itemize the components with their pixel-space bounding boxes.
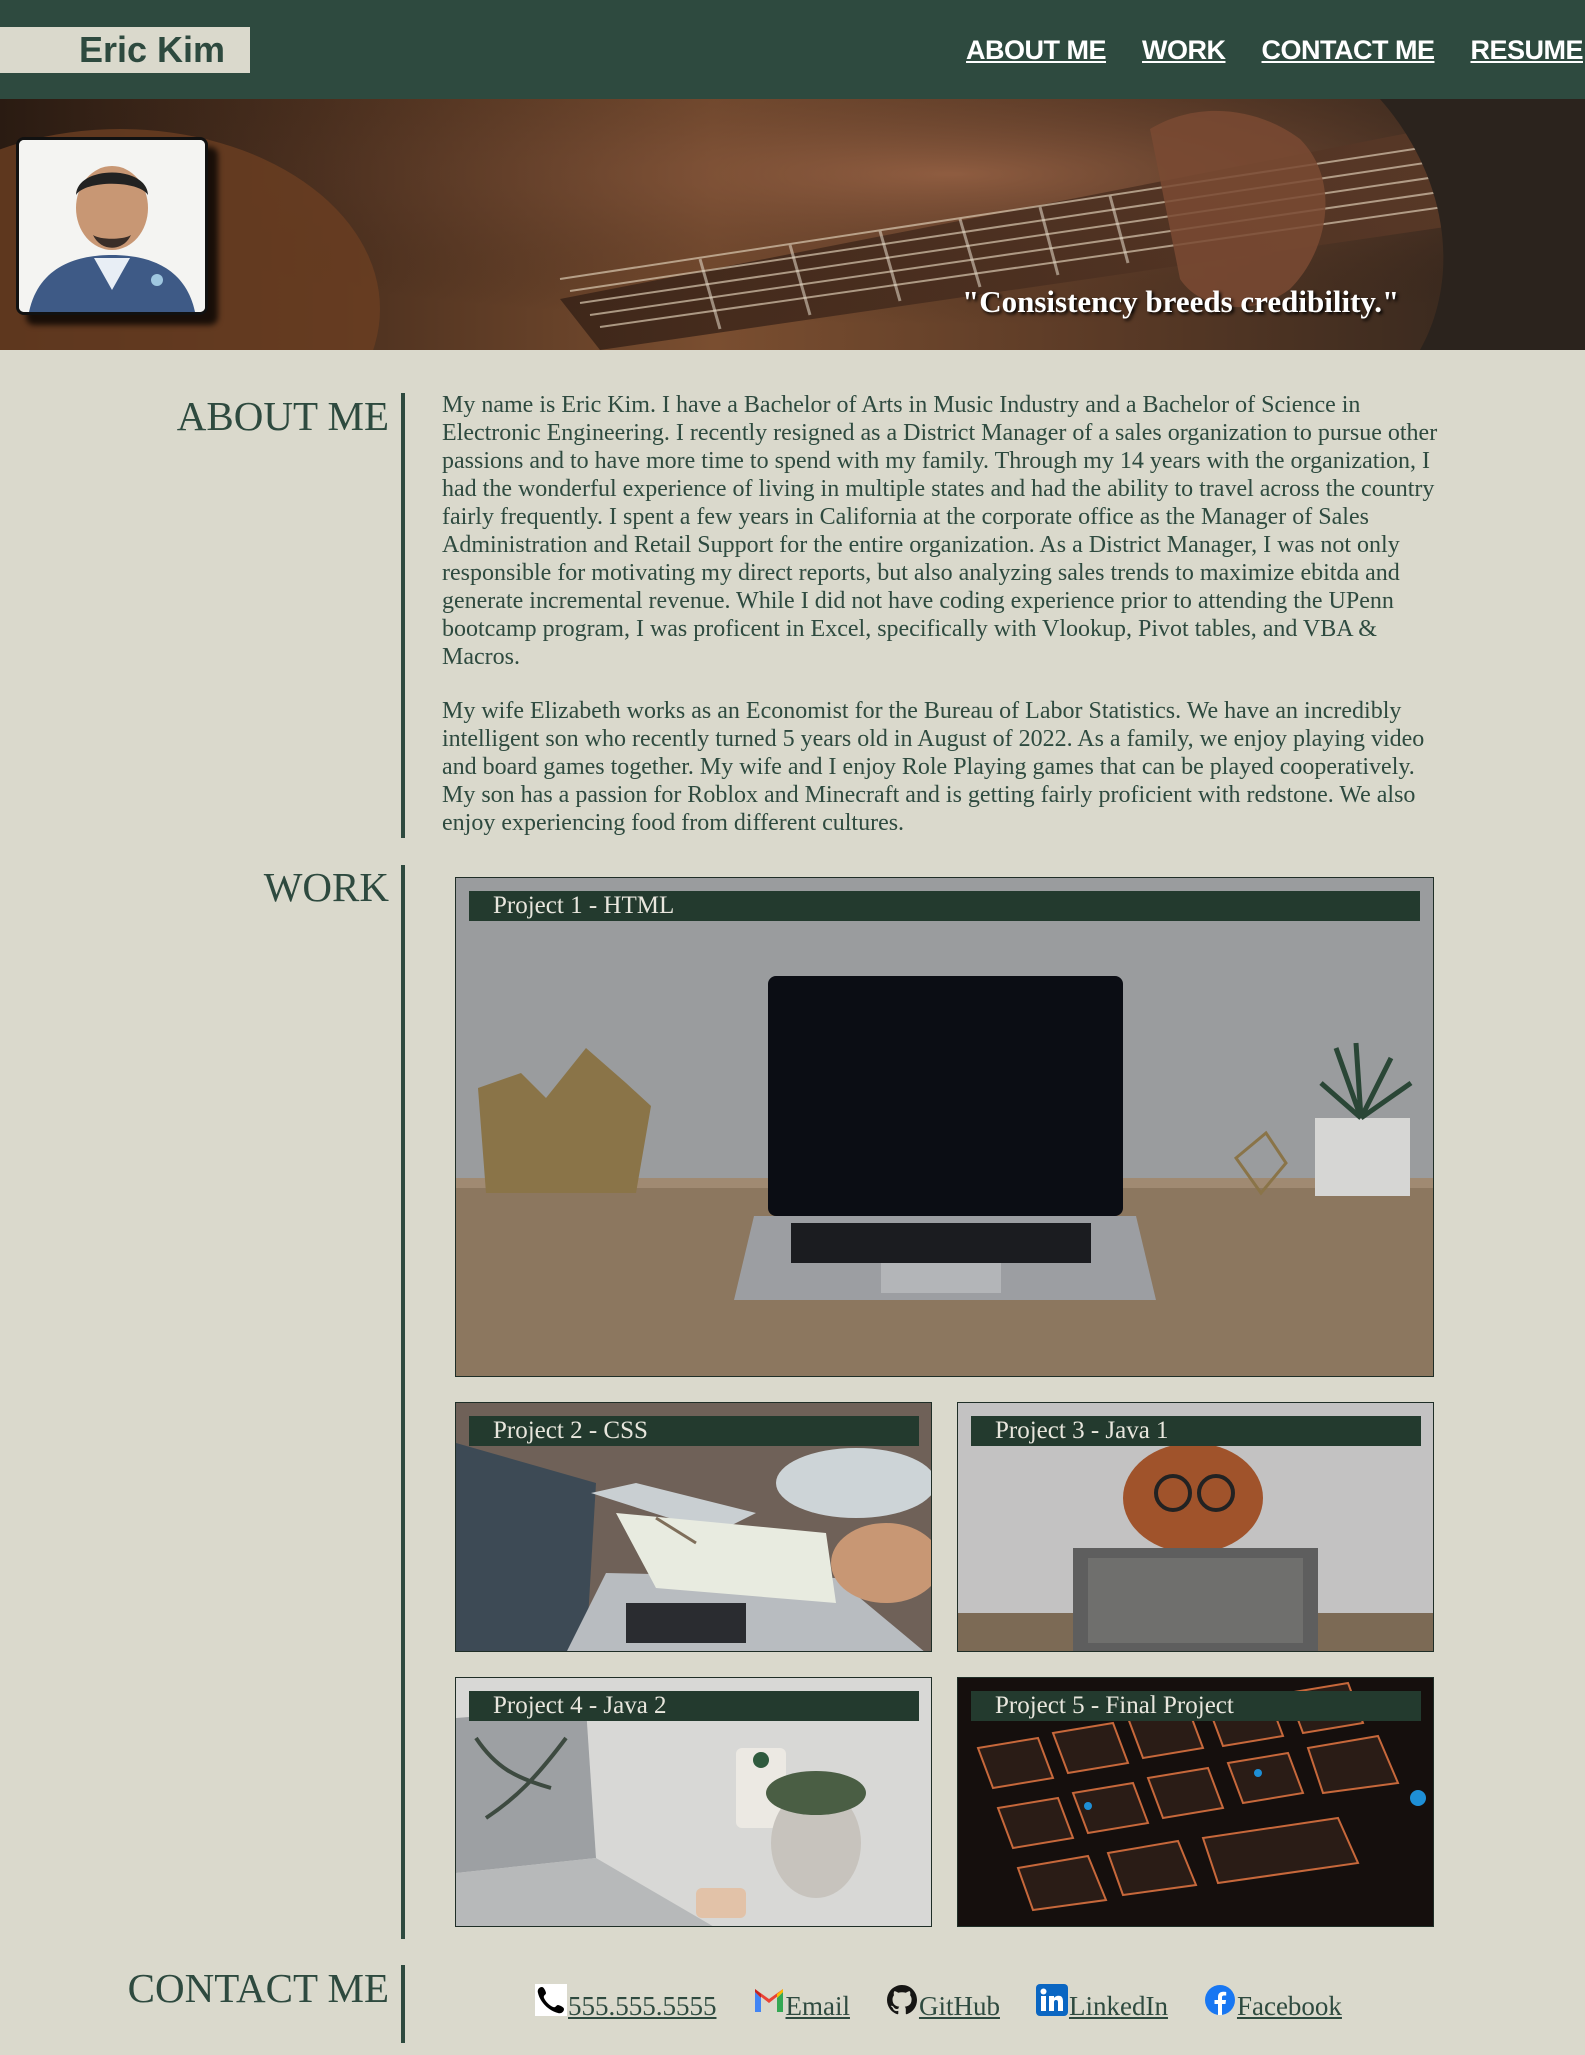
contact-github-label: GitHub: [918, 1991, 1000, 2021]
laptop-on-desk-image: [456, 878, 1433, 1376]
top-navbar: Eric Kim ABOUT ME WORK CONTACT ME RESUME: [0, 0, 1585, 99]
contact-github-link[interactable]: GitHub: [886, 1984, 1000, 2022]
project-label-1: Project 1 - HTML: [469, 891, 1420, 921]
nav-resume[interactable]: RESUME: [1470, 30, 1583, 70]
contact-me-heading: CONTACT ME: [127, 1965, 389, 2011]
contact-divider: [401, 1965, 405, 2043]
nav-work[interactable]: WORK: [1142, 30, 1226, 70]
project-card-3[interactable]: Project 3 - Java 1: [957, 1402, 1434, 1652]
project-label-4: Project 4 - Java 2: [469, 1691, 919, 1721]
contact-phone-link[interactable]: 555.555.5555: [535, 1984, 717, 2022]
contact-phone-label: 555.555.5555: [568, 1991, 717, 2021]
gmail-icon: [754, 1989, 783, 2012]
contact-facebook-label: Facebook: [1236, 1991, 1342, 2021]
phone-icon: [535, 1984, 567, 2016]
project-label-3: Project 3 - Java 1: [971, 1416, 1421, 1446]
about-text: My name is Eric Kim. I have a Bachelor o…: [442, 391, 1447, 863]
contact-email-link[interactable]: Email: [753, 1984, 850, 2022]
facebook-icon: [1204, 1985, 1235, 2015]
profile-photo-icon: [19, 140, 205, 312]
github-icon: [886, 1985, 917, 2015]
project-card-4[interactable]: Project 4 - Java 2: [455, 1677, 932, 1927]
about-paragraph-1: My name is Eric Kim. I have a Bachelor o…: [442, 392, 1438, 670]
project-card-2[interactable]: Project 2 - CSS: [455, 1402, 932, 1652]
hero-quote: "Consistency breeds credibility.": [962, 284, 1400, 319]
contact-email-label: Email: [785, 1991, 850, 2021]
about-paragraph-2: My wife Elizabeth works as an Economist …: [442, 698, 1425, 836]
about-me-heading: ABOUT ME: [176, 393, 389, 439]
project-label-5: Project 5 - Final Project: [971, 1691, 1421, 1721]
contact-facebook-link[interactable]: Facebook: [1204, 1984, 1342, 2022]
project-card-1[interactable]: Project 1 - HTML: [455, 877, 1434, 1377]
project-label-2: Project 2 - CSS: [469, 1416, 919, 1446]
work-divider: [401, 865, 405, 1939]
profile-avatar: [16, 137, 208, 315]
nav-about-me[interactable]: ABOUT ME: [966, 30, 1107, 70]
contact-links: 555.555.5555 Email GitHub LinkedIn Faceb…: [535, 1984, 1342, 2022]
contact-linkedin-link[interactable]: LinkedIn: [1035, 1984, 1168, 2022]
nav-contact-me[interactable]: CONTACT ME: [1262, 30, 1435, 70]
project-card-5[interactable]: Project 5 - Final Project: [957, 1677, 1434, 1927]
site-brand[interactable]: Eric Kim: [0, 27, 250, 73]
linkedin-icon: [1035, 1984, 1068, 2016]
work-heading: WORK: [263, 864, 389, 910]
about-divider: [401, 393, 405, 838]
contact-linkedin-label: LinkedIn: [1068, 1991, 1168, 2021]
main-nav: ABOUT ME WORK CONTACT ME RESUME: [966, 30, 1583, 70]
